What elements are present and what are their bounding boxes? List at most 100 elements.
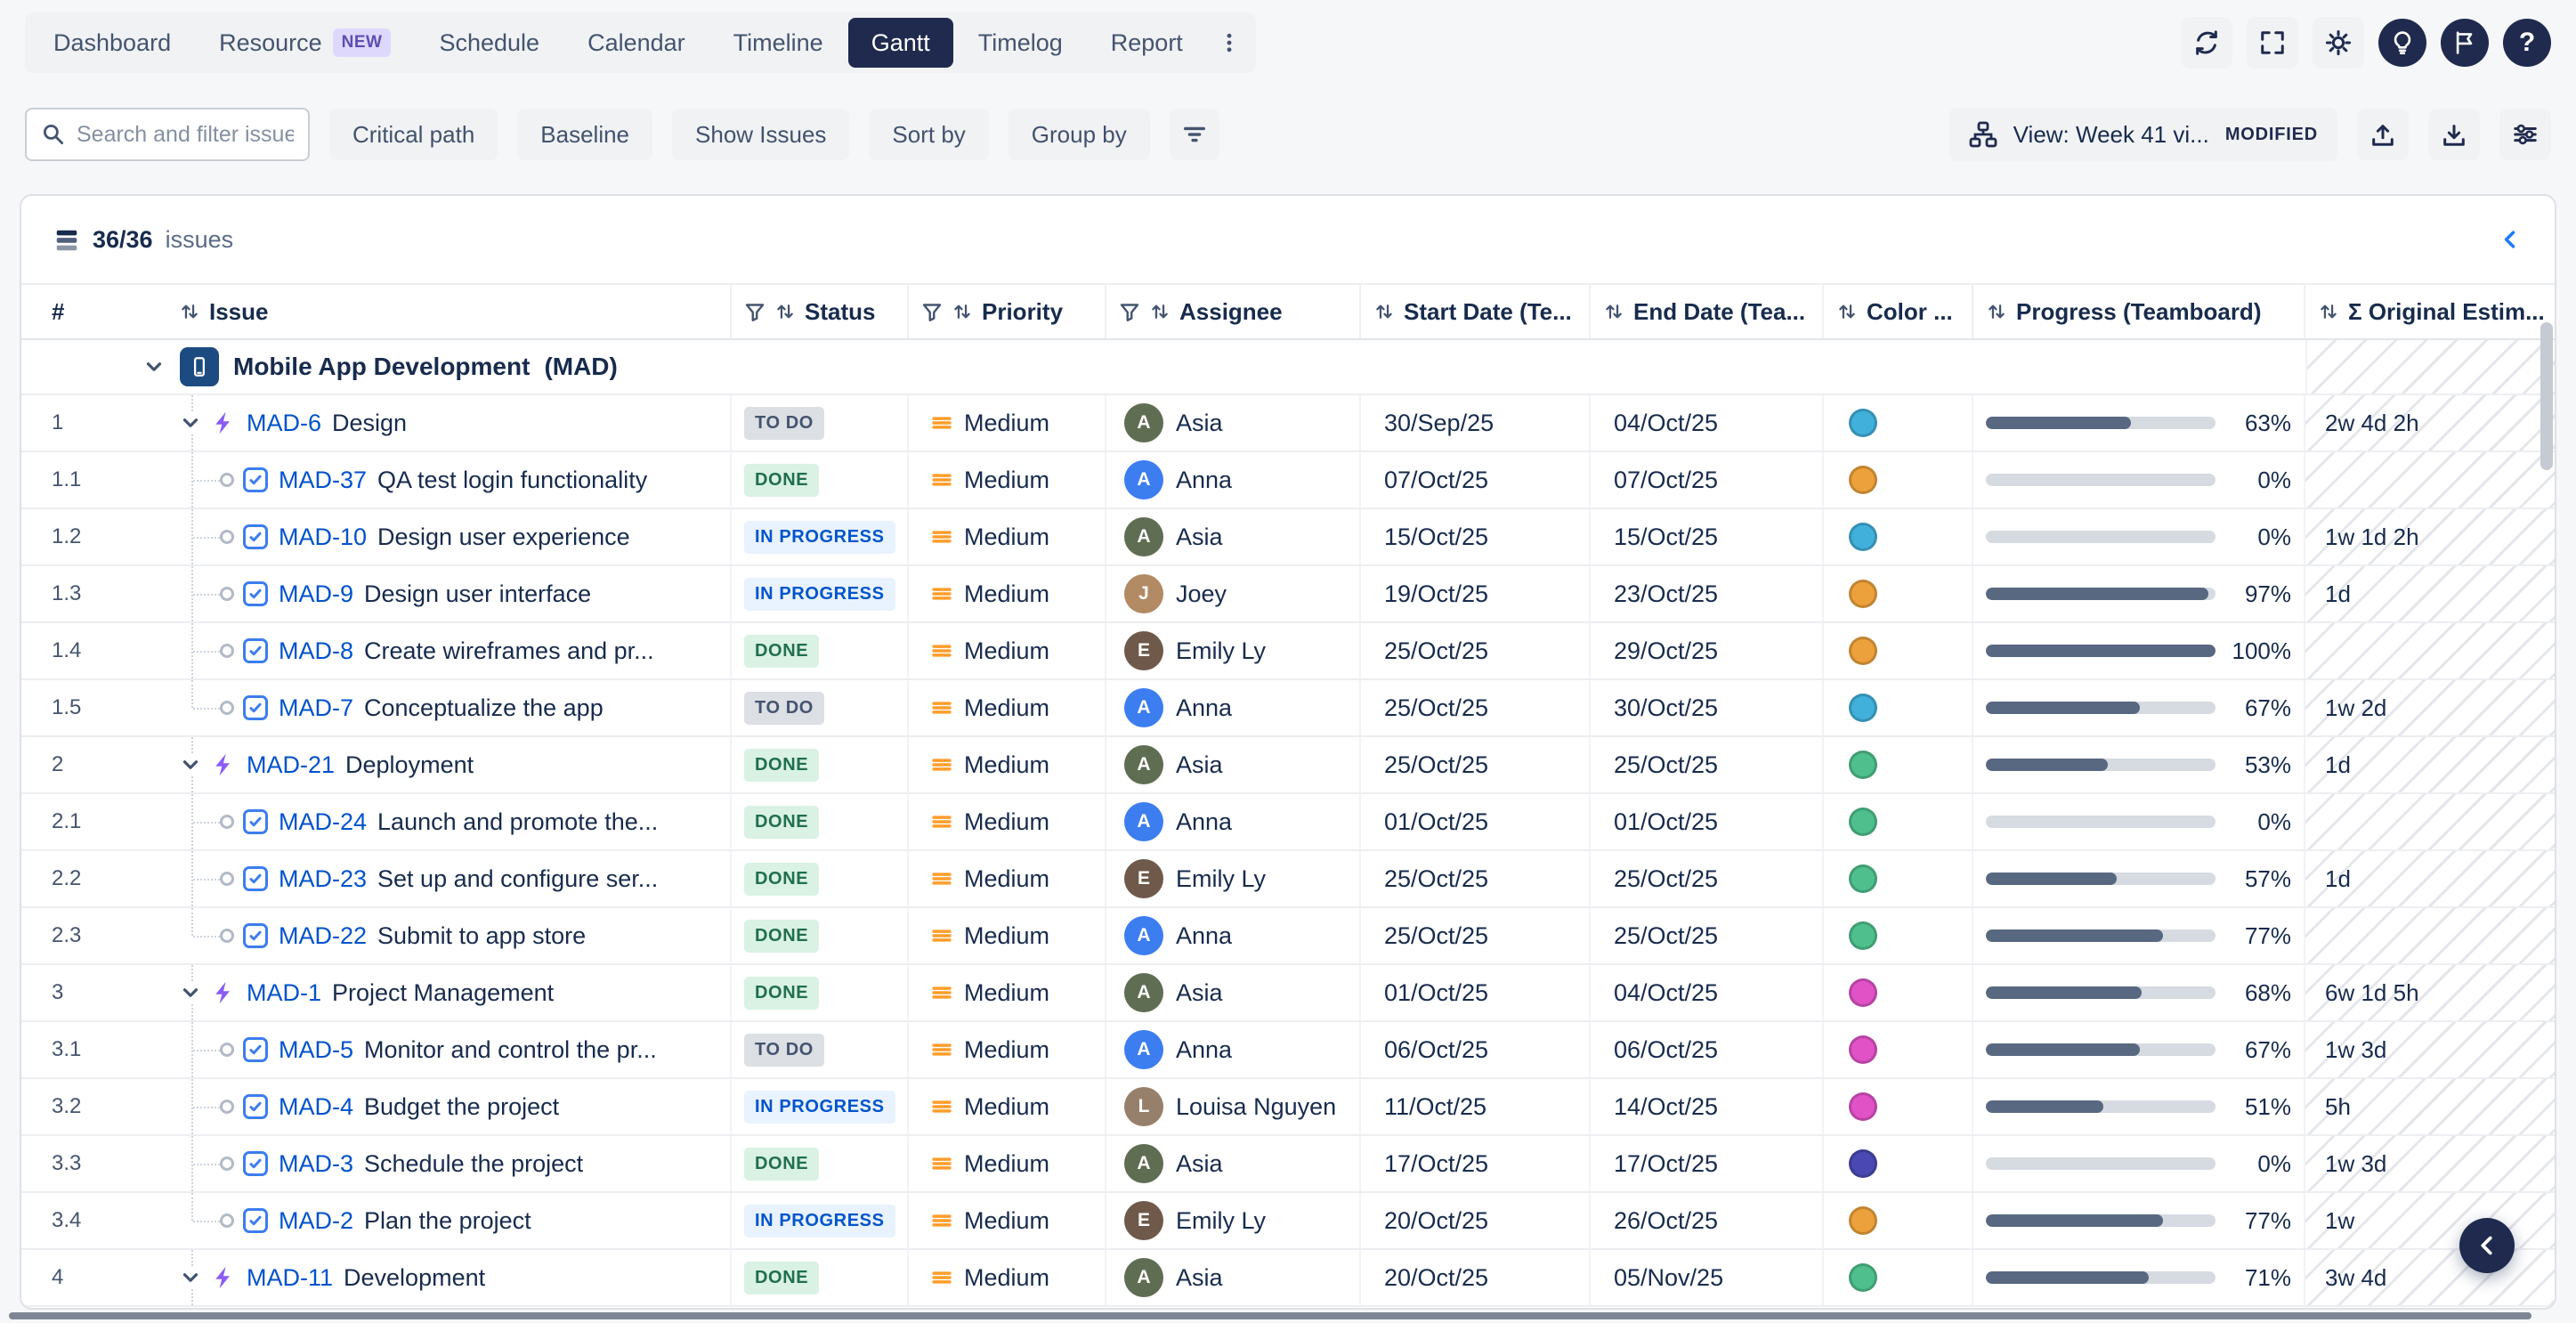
table-row[interactable]: 3.4 MAD-2 Plan the project IN PROGRESS <box>21 1193 2555 1250</box>
issue-key-link[interactable]: MAD-24 <box>279 808 367 836</box>
critical-path-button[interactable]: Critical path <box>329 109 498 160</box>
view-settings-button[interactable] <box>2499 109 2551 160</box>
filter-icon[interactable] <box>744 301 766 322</box>
table-row[interactable]: 1.4 MAD-8 Create wireframes and pr... DO… <box>21 623 2555 680</box>
issue-key-link[interactable]: MAD-10 <box>279 524 367 551</box>
column-header-original-estimate[interactable]: Σ Original Estim... <box>2305 285 2555 338</box>
column-header-assignee[interactable]: Assignee <box>1106 285 1361 338</box>
tab-timeline[interactable]: Timeline <box>710 18 847 68</box>
issue-key-link[interactable]: MAD-4 <box>279 1093 353 1121</box>
sort-icon[interactable] <box>952 301 973 322</box>
issue-key-link[interactable]: MAD-37 <box>279 467 367 494</box>
table-row[interactable]: 1.1 MAD-37 QA test login functionality D… <box>21 452 2555 509</box>
sort-icon[interactable] <box>1149 301 1171 322</box>
table-row[interactable]: 4 MAD-11 Development DONE Medium <box>21 1250 2555 1307</box>
column-header-priority[interactable]: Priority <box>909 285 1106 338</box>
row-number: 3.1 <box>21 1022 166 1077</box>
issue-cell: MAD-37 QA test login functionality <box>166 452 732 507</box>
show-issues-button[interactable]: Show Issues <box>672 109 849 160</box>
table-row[interactable]: 1 MAD-6 Design TO DO Medium <box>21 395 2555 452</box>
table-row[interactable]: 2 MAD-21 Deployment DONE Medium <box>21 737 2555 794</box>
search-box[interactable] <box>25 108 310 161</box>
filter-icon[interactable] <box>1119 301 1140 322</box>
tab-report[interactable]: Report <box>1088 18 1206 68</box>
help-button[interactable]: ? <box>2503 19 2551 67</box>
issue-key-link[interactable]: MAD-11 <box>247 1264 333 1292</box>
download-button[interactable] <box>2428 109 2480 160</box>
expand-chevron-button[interactable] <box>179 981 202 1004</box>
issue-key-link[interactable]: MAD-21 <box>247 751 335 779</box>
issue-key-link[interactable]: MAD-3 <box>279 1150 353 1178</box>
table-row[interactable]: 2.3 MAD-22 Submit to app store DONE <box>21 908 2555 965</box>
filter-icon[interactable] <box>921 301 943 322</box>
issue-key-link[interactable]: MAD-1 <box>247 979 321 1007</box>
issue-key-link[interactable]: MAD-7 <box>279 694 353 722</box>
whats-new-button[interactable] <box>2378 19 2426 67</box>
table-row[interactable]: 1.5 MAD-7 Conceptualize the app TO DO <box>21 680 2555 737</box>
issue-key-link[interactable]: MAD-5 <box>279 1036 353 1064</box>
feedback-button[interactable] <box>2441 19 2489 67</box>
search-input[interactable] <box>77 122 294 148</box>
view-selector[interactable]: View: Week 41 vi... MODIFIED <box>1949 108 2337 161</box>
vertical-scrollbar-thumb[interactable] <box>2540 322 2553 470</box>
collapse-panel-button[interactable] <box>2498 227 2523 252</box>
table-row[interactable]: 2.1 MAD-24 Launch and promote the... DON… <box>21 794 2555 851</box>
column-header-color[interactable]: Color ... <box>1824 285 1973 338</box>
table-row[interactable]: 1.2 MAD-10 Design user experience IN PRO… <box>21 509 2555 566</box>
vertical-scrollbar[interactable] <box>2540 196 2553 1304</box>
group-expand-chevron[interactable] <box>142 355 166 378</box>
upload-button[interactable] <box>2357 109 2409 160</box>
baseline-button[interactable]: Baseline <box>517 109 652 160</box>
more-menu-button[interactable] <box>1208 18 1251 68</box>
sort-by-button[interactable]: Sort by <box>869 109 988 160</box>
settings-button[interactable] <box>2313 17 2364 69</box>
priority-medium-icon <box>930 1095 953 1118</box>
sort-icon[interactable] <box>179 301 200 322</box>
fullscreen-icon <box>2259 29 2286 56</box>
priority-cell: Medium <box>909 851 1106 906</box>
tab-calendar[interactable]: Calendar <box>564 18 709 68</box>
tab-schedule[interactable]: Schedule <box>416 18 563 68</box>
issue-key-link[interactable]: MAD-9 <box>279 580 353 608</box>
table-row[interactable]: 3.2 MAD-4 Budget the project IN PROGRESS <box>21 1079 2555 1136</box>
column-header-end-date[interactable]: End Date (Tea... <box>1591 285 1824 338</box>
tab-timelog[interactable]: Timelog <box>955 18 1086 68</box>
progress-bar <box>1986 1043 2216 1056</box>
column-header-status[interactable]: Status <box>732 285 909 338</box>
expand-chevron-button[interactable] <box>179 753 202 776</box>
sort-icon[interactable] <box>2318 301 2339 322</box>
filter-button[interactable] <box>1170 109 1219 160</box>
mobile-phone-icon <box>188 355 211 378</box>
sort-icon[interactable] <box>1603 301 1624 322</box>
tab-gantt[interactable]: Gantt <box>848 18 953 68</box>
sort-icon[interactable] <box>1986 301 2007 322</box>
sync-button[interactable] <box>2181 17 2232 69</box>
column-header-start-date[interactable]: Start Date (Te... <box>1361 285 1591 338</box>
issue-key-link[interactable]: MAD-23 <box>279 865 367 893</box>
sort-icon[interactable] <box>1836 301 1858 322</box>
issue-key-link[interactable]: MAD-22 <box>279 922 367 950</box>
fullscreen-button[interactable] <box>2247 17 2298 69</box>
expand-chevron-button[interactable] <box>179 411 202 434</box>
horizontal-scrollbar[interactable] <box>0 1311 2576 1321</box>
collapse-grid-fab[interactable] <box>2459 1218 2515 1273</box>
table-row[interactable]: 2.2 MAD-23 Set up and configure ser... D… <box>21 851 2555 908</box>
horizontal-scrollbar-thumb[interactable] <box>9 1312 2531 1319</box>
issue-key-link[interactable]: MAD-6 <box>247 410 321 437</box>
expand-chevron-button[interactable] <box>179 1266 202 1289</box>
project-group-row[interactable]: Mobile App Development (MAD) <box>21 340 2555 395</box>
table-row[interactable]: 1.3 MAD-9 Design user interface IN PROGR… <box>21 566 2555 623</box>
table-row[interactable]: 3 MAD-1 Project Management DONE Medi <box>21 965 2555 1022</box>
sort-icon[interactable] <box>1373 301 1395 322</box>
column-header-issue[interactable]: Issue <box>166 285 732 338</box>
group-by-button[interactable]: Group by <box>1009 109 1150 160</box>
table-row[interactable]: 3.3 MAD-3 Schedule the project DONE <box>21 1136 2555 1193</box>
sort-icon[interactable] <box>774 301 796 322</box>
issue-key-link[interactable]: MAD-2 <box>279 1207 353 1235</box>
priority-label: Medium <box>964 1264 1049 1292</box>
issue-key-link[interactable]: MAD-8 <box>279 637 353 665</box>
tab-resource[interactable]: ResourceNEW <box>196 18 414 68</box>
table-row[interactable]: 3.1 MAD-5 Monitor and control the pr... … <box>21 1022 2555 1079</box>
tab-dashboard[interactable]: Dashboard <box>30 18 194 68</box>
column-header-progress[interactable]: Progress (Teamboard) <box>1973 285 2305 338</box>
